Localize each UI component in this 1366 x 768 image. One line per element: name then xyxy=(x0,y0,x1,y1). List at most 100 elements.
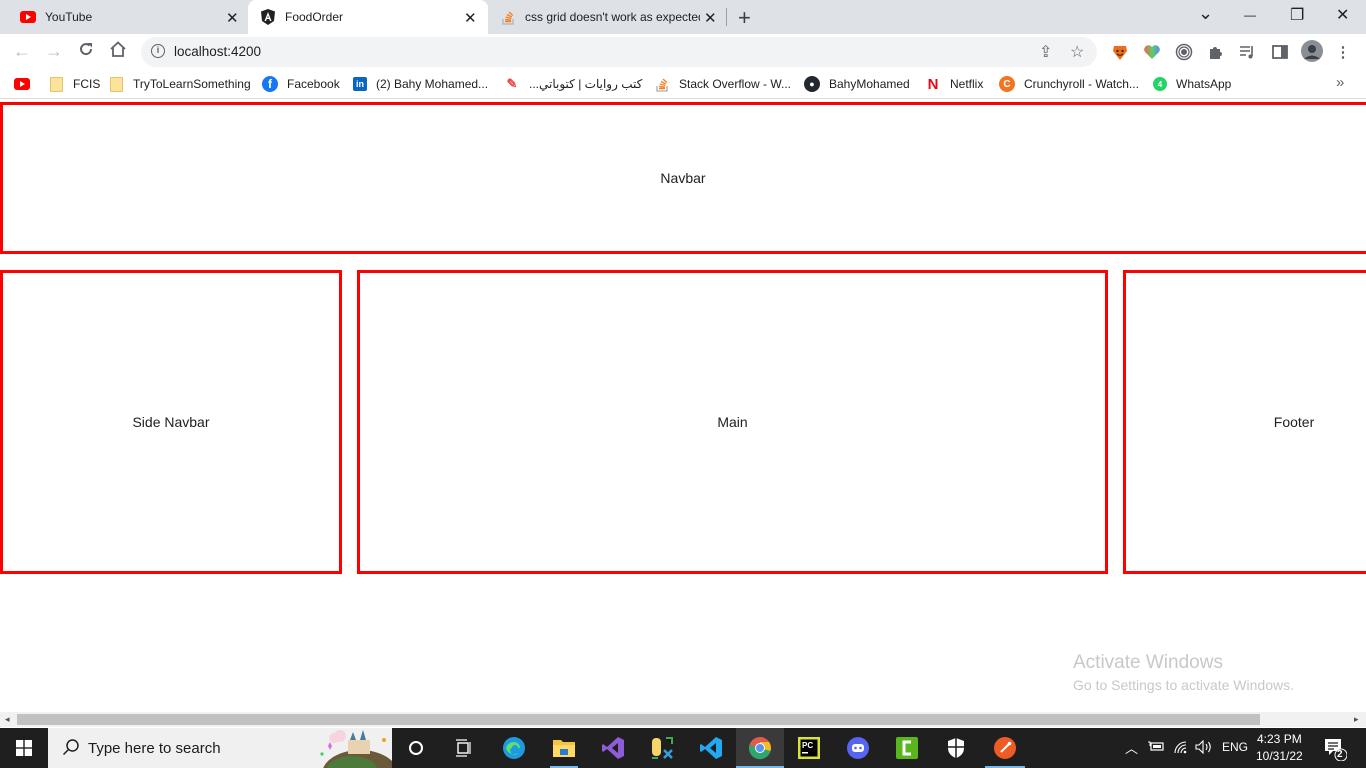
bookmark-fcis[interactable]: FCIS xyxy=(48,75,100,93)
stackoverflow-icon xyxy=(500,9,516,25)
watermark-subtitle: Go to Settings to activate Windows. xyxy=(1073,677,1294,693)
stackoverflow-icon xyxy=(654,76,670,92)
folder-icon xyxy=(48,76,64,92)
side-panel-icon[interactable] xyxy=(1270,42,1290,62)
cortana-button[interactable] xyxy=(402,734,430,762)
record-extension-icon[interactable] xyxy=(1174,42,1194,62)
navbar-box: Navbar xyxy=(0,102,1366,254)
tab-stackoverflow[interactable]: css grid doesn't work as expected ✕ xyxy=(490,0,726,34)
tab-separator xyxy=(726,8,727,26)
bookmark-netflix[interactable]: N Netflix xyxy=(925,75,984,93)
github-icon: ● xyxy=(804,76,820,92)
watermark-title: Activate Windows xyxy=(1073,652,1223,673)
bookmark-label: BahyMohamed xyxy=(829,77,910,91)
bookmark-github[interactable]: ● BahyMohamed xyxy=(804,75,910,93)
whatsapp-icon: 4 xyxy=(1153,77,1167,91)
tab-title: css grid doesn't work as expected xyxy=(525,10,700,24)
bookmark-star-icon[interactable]: ☆ xyxy=(1070,42,1084,62)
svg-text:PC: PC xyxy=(802,741,813,750)
close-icon[interactable]: ✕ xyxy=(464,9,477,27)
new-tab-button[interactable]: + xyxy=(738,5,751,31)
pycharm-taskbar-icon[interactable]: PC xyxy=(795,734,823,762)
search-placeholder: Type here to search xyxy=(88,740,221,757)
taskbar-clock[interactable]: 4:23 PM 10/31/22 xyxy=(1256,731,1303,765)
browser-toolbar: ← → i localhost:4200 ⇪ ☆ ⋮ xyxy=(0,34,1366,70)
toolbar-divider xyxy=(0,98,1366,99)
show-hidden-icons-button[interactable]: ︿ xyxy=(1125,738,1138,757)
tab-youtube[interactable]: YouTube ✕ xyxy=(8,0,246,34)
notification-count-badge: 2 xyxy=(1337,749,1343,760)
task-view-button[interactable] xyxy=(450,734,478,762)
visual-studio-taskbar-icon[interactable] xyxy=(599,734,627,762)
heart-extension-icon[interactable] xyxy=(1142,42,1162,62)
scroll-right-arrow[interactable]: ▸ xyxy=(1354,714,1359,725)
bookmark-whatsapp[interactable]: 4 WhatsApp xyxy=(1153,75,1231,93)
site-info-icon[interactable]: i xyxy=(151,44,165,58)
clock-time: 4:23 PM xyxy=(1257,732,1302,746)
url-text[interactable]: localhost:4200 xyxy=(174,44,261,59)
notification-icon xyxy=(1325,739,1348,762)
action-center-button[interactable]: 2 xyxy=(1323,737,1348,762)
netflix-icon: N xyxy=(927,75,939,93)
footer-label: Footer xyxy=(1273,414,1315,430)
vscode-taskbar-icon[interactable] xyxy=(697,734,725,762)
minimize-button[interactable]: — xyxy=(1244,8,1256,22)
clock-date: 10/31/22 xyxy=(1256,749,1303,763)
bookmark-youtube[interactable] xyxy=(14,75,39,93)
facebook-icon: f xyxy=(262,76,278,92)
kotobati-icon: ✎ xyxy=(506,76,518,91)
camtasia-taskbar-icon[interactable] xyxy=(893,734,921,762)
tab-title: YouTube xyxy=(45,10,93,24)
search-icon xyxy=(62,738,80,761)
back-button[interactable]: ← xyxy=(11,41,33,62)
bookmark-linkedin[interactable]: in (2) Bahy Mohamed... xyxy=(353,75,488,93)
bookmark-label: Facebook xyxy=(287,77,340,91)
bookmark-crunchyroll[interactable]: C Crunchyroll - Watch... xyxy=(999,75,1139,93)
scroll-left-arrow[interactable]: ◂ xyxy=(5,714,10,725)
language-indicator[interactable]: ENG xyxy=(1222,740,1248,754)
crunchyroll-icon: C xyxy=(999,76,1015,92)
bookmarks-overflow-button[interactable]: » xyxy=(1336,73,1344,91)
bookmark-label: WhatsApp xyxy=(1176,77,1232,91)
profile-avatar[interactable] xyxy=(1301,40,1323,62)
media-control-icon[interactable] xyxy=(1238,42,1258,62)
chrome-menu-icon[interactable]: ⋮ xyxy=(1333,42,1353,62)
bookmark-kotobati[interactable]: ✎ كتب روايات | كتوباتي... xyxy=(504,75,643,93)
bookmark-trytolearnsomething[interactable]: TryToLearnSomething xyxy=(108,75,251,93)
file-explorer-taskbar-icon[interactable] xyxy=(550,734,578,768)
close-window-button[interactable]: ✕ xyxy=(1336,5,1349,25)
side-navbar-label: Side Navbar xyxy=(132,414,210,430)
bookmark-label: Netflix xyxy=(950,77,984,91)
home-icon xyxy=(110,41,126,57)
edge-taskbar-icon[interactable] xyxy=(500,734,528,762)
share-icon[interactable]: ⇪ xyxy=(1039,42,1052,62)
wifi-icon[interactable] xyxy=(1173,740,1189,757)
battery-icon[interactable] xyxy=(1148,740,1164,755)
postman-taskbar-icon[interactable] xyxy=(991,734,1019,762)
activate-windows-watermark: Activate Windows Go to Settings to activ… xyxy=(1073,652,1294,693)
restore-button[interactable]: ❐ xyxy=(1290,5,1304,25)
discord-taskbar-icon[interactable] xyxy=(844,734,872,762)
bookmark-facebook[interactable]: f Facebook xyxy=(262,75,340,93)
volume-icon[interactable] xyxy=(1195,739,1213,757)
close-icon[interactable]: ✕ xyxy=(704,9,717,27)
windows-security-taskbar-icon[interactable] xyxy=(942,734,970,762)
horizontal-scrollbar[interactable]: ◂ ▸ xyxy=(0,712,1366,727)
search-highlight-castle-icon xyxy=(320,730,392,768)
scrollbar-thumb[interactable] xyxy=(17,714,1260,725)
close-icon[interactable]: ✕ xyxy=(226,9,239,27)
tab-search-button[interactable]: ⌄ xyxy=(1198,3,1213,24)
tab-foodorder[interactable]: FoodOrder ✕ xyxy=(248,0,488,34)
bookmark-label: Crunchyroll - Watch... xyxy=(1024,77,1139,91)
taskbar-search[interactable]: Type here to search xyxy=(48,728,392,768)
brave-extension-icon[interactable] xyxy=(1110,42,1130,62)
address-bar[interactable]: i localhost:4200 ⇪ ☆ xyxy=(141,37,1097,67)
extensions-puzzle-icon[interactable] xyxy=(1206,42,1226,62)
home-button[interactable] xyxy=(107,41,129,62)
bookmark-stackoverflow[interactable]: Stack Overflow - W... xyxy=(654,75,791,93)
forward-button[interactable]: → xyxy=(43,41,65,62)
reload-button[interactable] xyxy=(75,41,97,62)
start-button[interactable] xyxy=(0,728,48,768)
sql-tool-taskbar-icon[interactable] xyxy=(648,734,676,762)
linkedin-icon: in xyxy=(353,77,367,91)
